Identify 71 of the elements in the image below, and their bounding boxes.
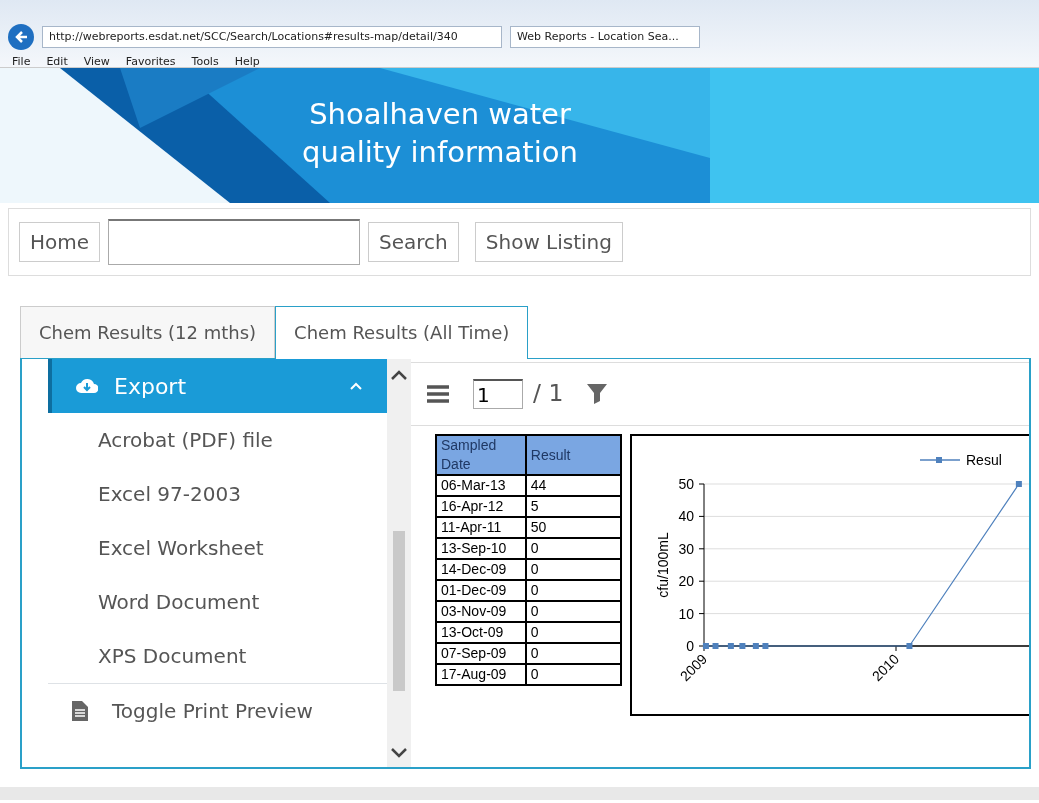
document-icon xyxy=(72,700,88,721)
search-button[interactable]: Search xyxy=(368,222,459,262)
tab[interactable]: Chem Results (12 mths) xyxy=(20,306,276,358)
page-field[interactable]: 1 xyxy=(473,379,523,409)
table-cell: 0 xyxy=(525,643,622,664)
table-cell: 16-Apr-12 xyxy=(436,496,526,517)
search-field[interactable] xyxy=(108,219,361,265)
menu-item[interactable]: View xyxy=(83,54,110,71)
export-option[interactable]: Acrobat (PDF) file xyxy=(48,413,387,467)
table-cell: 03-Nov-09 xyxy=(436,601,526,622)
data-point xyxy=(762,643,769,649)
table-cell: 11-Apr-11 xyxy=(436,517,526,538)
table-cell: 0 xyxy=(525,559,622,580)
browser-tab[interactable]: Web Reports - Location Sea... xyxy=(510,26,700,48)
column-header: Sampled Date xyxy=(436,435,526,475)
tick-label: 30 xyxy=(678,540,695,557)
tab[interactable]: Chem Results (All Time) xyxy=(275,306,529,359)
table-cell: 0 xyxy=(525,538,622,559)
table-cell: 50 xyxy=(525,517,622,538)
scrollbar[interactable] xyxy=(387,359,411,767)
export-option[interactable]: Word Document xyxy=(48,575,387,629)
column-header: Result xyxy=(525,435,622,475)
menu-item[interactable]: Tools xyxy=(191,54,219,71)
menu-item[interactable]: Edit xyxy=(46,54,68,71)
tick-label: 10 xyxy=(678,605,695,622)
table-cell: 5 xyxy=(525,496,622,517)
tick-label: 0 xyxy=(686,638,695,654)
table-cell: 14-Dec-09 xyxy=(436,559,526,580)
home-button[interactable]: Home xyxy=(19,222,101,262)
caret-icon xyxy=(349,381,363,391)
table-cell: 01-Dec-09 xyxy=(436,580,526,601)
data-point xyxy=(753,643,760,649)
legend-marker xyxy=(919,457,962,463)
cloud-download-icon xyxy=(76,377,98,395)
legend-label: Resul xyxy=(966,452,1003,468)
table-cell: 0 xyxy=(525,622,622,643)
export-option[interactable]: Excel Worksheet xyxy=(48,521,387,575)
data-point xyxy=(728,643,735,649)
table-cell: 07-Sep-09 xyxy=(436,643,526,664)
table-cell: 0 xyxy=(525,601,622,622)
menu-item[interactable]: Favorites xyxy=(125,54,176,71)
table-cell: 06-Mar-13 xyxy=(436,475,526,496)
data-point xyxy=(739,643,746,649)
menu-icon[interactable] xyxy=(427,385,449,403)
data-point xyxy=(712,643,719,649)
data-point xyxy=(906,643,913,649)
export-option[interactable]: XPS Document xyxy=(48,629,387,683)
show-listing-button[interactable]: Show Listing xyxy=(474,222,623,262)
table-cell: 13-Oct-09 xyxy=(436,622,526,643)
data-point xyxy=(1016,481,1023,487)
table-cell: 0 xyxy=(525,664,622,685)
print-preview-toggle[interactable]: Toggle Print Preview xyxy=(48,683,387,737)
tick-label: 50 xyxy=(678,476,695,492)
table-cell: 17-Aug-09 xyxy=(436,664,526,685)
table-cell: 13-Sep-10 xyxy=(436,538,526,559)
banner-title: Shoalhaven water quality information xyxy=(301,96,579,171)
table-cell: 44 xyxy=(525,475,622,496)
page-count: / 1 xyxy=(533,378,564,410)
menu-item[interactable]: File xyxy=(12,54,31,71)
table-cell: 0 xyxy=(525,580,622,601)
address-bar[interactable]: http://webreports.esdat.net/SCC/Search/Locations#results-map/detail/340 xyxy=(42,26,502,48)
menu-item[interactable]: Help xyxy=(234,54,260,71)
filter-icon[interactable] xyxy=(587,384,608,404)
data-point xyxy=(703,643,710,649)
tick-label: 40 xyxy=(678,508,695,525)
scroll-thumb[interactable] xyxy=(393,531,405,691)
tick-label: 20 xyxy=(678,573,695,590)
back-button[interactable] xyxy=(8,24,34,50)
arrow-left-icon xyxy=(14,30,28,44)
axis-title: cfu/100mL xyxy=(655,532,672,598)
export-option[interactable]: Excel 97-2003 xyxy=(48,467,387,521)
